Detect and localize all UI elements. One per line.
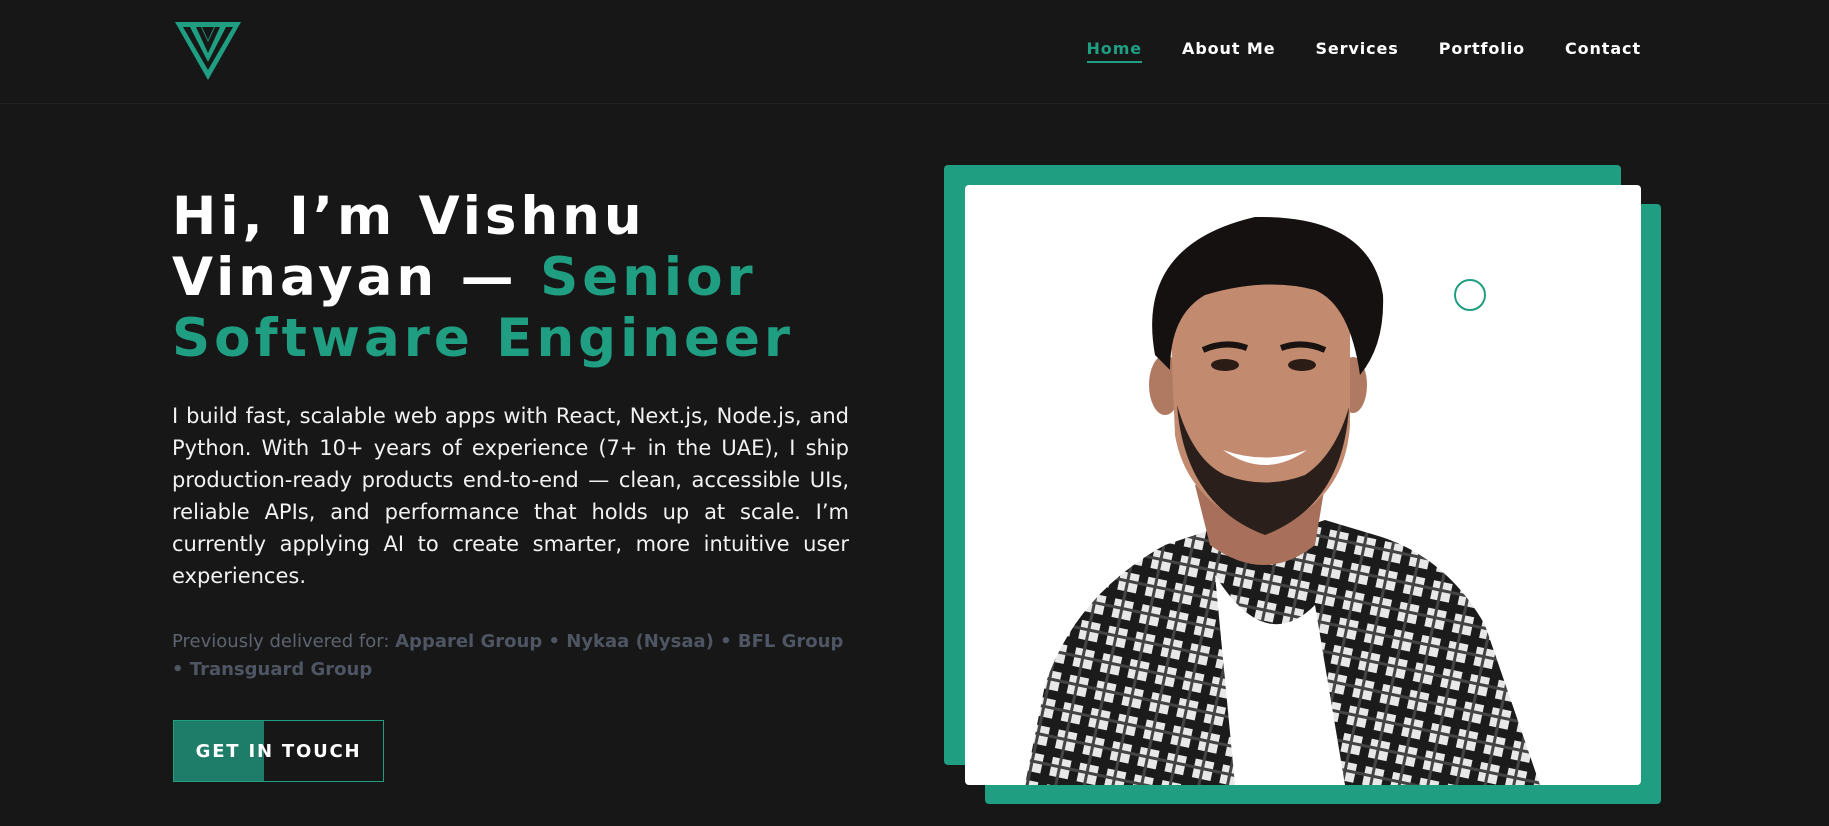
site-header: Home About Me Services Portfolio Contact	[0, 0, 1829, 104]
nav-about-me[interactable]: About Me	[1182, 39, 1275, 62]
portrait-photo	[1025, 216, 1540, 785]
v-logo-icon[interactable]	[175, 22, 241, 80]
nav-services[interactable]: Services	[1315, 39, 1398, 62]
nav-home[interactable]: Home	[1086, 39, 1143, 63]
page: Home About Me Services Portfolio Contact…	[0, 0, 1829, 826]
hero-description: I build fast, scalable web apps with Rea…	[172, 404, 849, 588]
main-nav: Home About Me Services Portfolio Contact	[1086, 39, 1641, 63]
nav-contact[interactable]: Contact	[1565, 39, 1641, 62]
previous-clients: Previously delivered for: Apparel Group …	[172, 628, 852, 684]
ring-icon	[1454, 279, 1486, 311]
portrait-card	[965, 185, 1641, 785]
get-in-touch-button[interactable]: GET IN TOUCH	[173, 720, 384, 782]
hero-title: Hi, I’m Vishnu Vinayan — Senior Software…	[172, 186, 892, 369]
previous-clients-label: Previously delivered for:	[172, 631, 396, 652]
nav-portfolio[interactable]: Portfolio	[1439, 39, 1525, 62]
